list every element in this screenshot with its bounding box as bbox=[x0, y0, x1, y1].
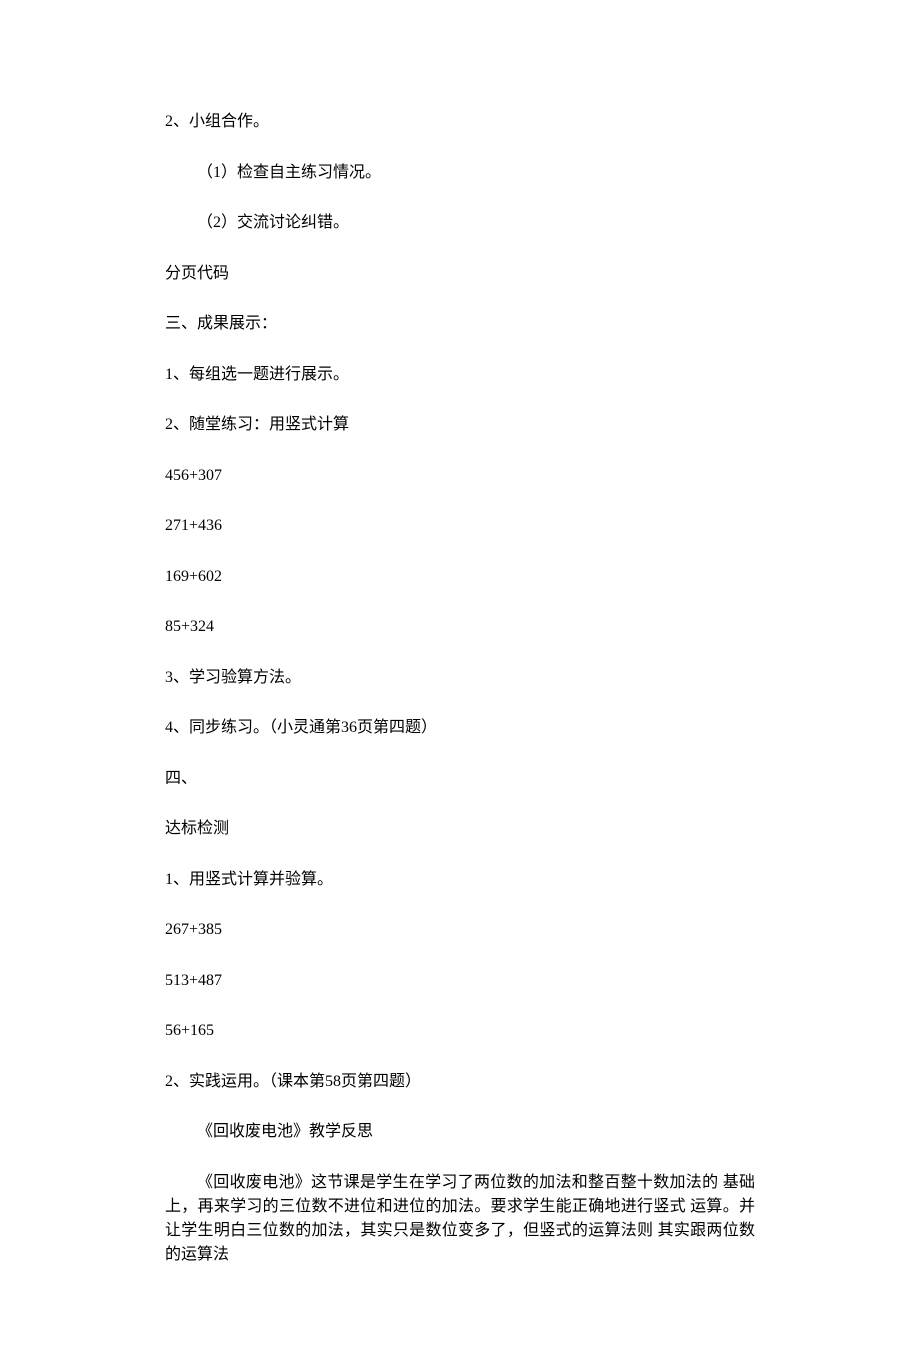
list-item: 1、用竖式计算并验算。 bbox=[165, 868, 755, 892]
math-expression: 169+602 bbox=[165, 565, 755, 589]
list-item: 2、实践运用。（课本第58页第四题） bbox=[165, 1070, 755, 1094]
section-heading: 三、成果展示： bbox=[165, 312, 755, 336]
list-item: 2、随堂练习：用竖式计算 bbox=[165, 413, 755, 437]
math-expression: 85+324 bbox=[165, 615, 755, 639]
math-expression: 267+385 bbox=[165, 918, 755, 942]
pagination-code-label: 分页代码 bbox=[165, 262, 755, 286]
math-expression: 271+436 bbox=[165, 514, 755, 538]
section-heading: 四、 bbox=[165, 767, 755, 791]
section-subheading: 达标检测 bbox=[165, 817, 755, 841]
body-paragraph: 《回收废电池》这节课是学生在学习了两位数的加法和整百整十数加法的 基础上，再来学… bbox=[165, 1171, 755, 1267]
list-item: 3、学习验算方法。 bbox=[165, 666, 755, 690]
sub-item: （2）交流讨论纠错。 bbox=[165, 211, 755, 235]
list-item: 1、每组选一题进行展示。 bbox=[165, 363, 755, 387]
section-item: 2、小组合作。 bbox=[165, 110, 755, 134]
math-expression: 56+165 bbox=[165, 1019, 755, 1043]
list-item: 4、同步练习。（小灵通第36页第四题） bbox=[165, 716, 755, 740]
math-expression: 456+307 bbox=[165, 464, 755, 488]
sub-item: （1）检查自主练习情况。 bbox=[165, 161, 755, 185]
math-expression: 513+487 bbox=[165, 969, 755, 993]
subsection-title: 《回收废电池》教学反思 bbox=[165, 1120, 755, 1144]
